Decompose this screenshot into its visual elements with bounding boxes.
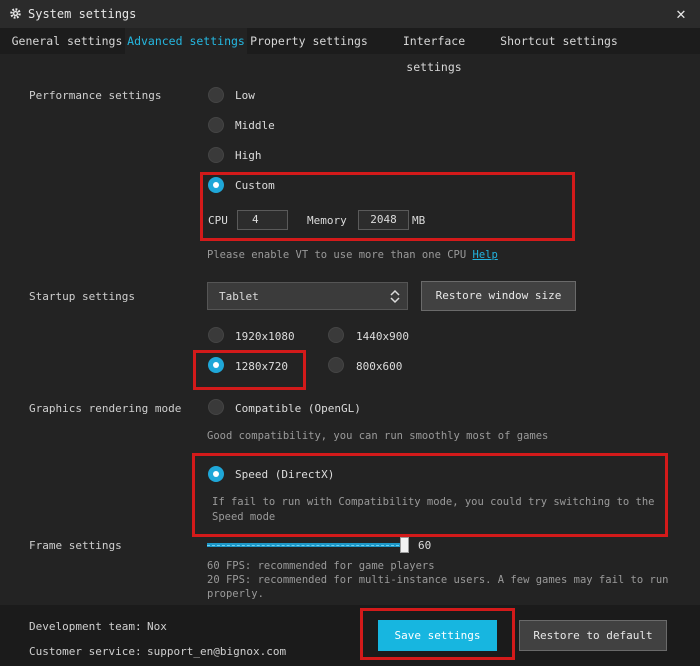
tab-advanced-settings[interactable]: Advanced settings xyxy=(125,28,247,54)
help-link[interactable]: Help xyxy=(473,249,498,261)
window-title: System settings xyxy=(28,7,137,21)
resolution-1280x720-radio[interactable] xyxy=(208,357,224,373)
tab-property-settings[interactable]: Property settings xyxy=(250,28,368,54)
performance-high-label: High xyxy=(235,149,262,162)
performance-middle-label: Middle xyxy=(235,119,275,132)
startup-settings-label: Startup settings xyxy=(29,290,135,303)
performance-middle-radio[interactable] xyxy=(208,117,224,133)
cpu-label: CPU xyxy=(208,214,228,227)
performance-high-radio[interactable] xyxy=(208,147,224,163)
restore-window-size-button[interactable]: Restore window size xyxy=(421,281,576,311)
compatible-hint: Good compatibility, you can run smoothly… xyxy=(207,430,549,442)
customer-service-label: Customer service: xyxy=(29,645,142,658)
performance-low-radio[interactable] xyxy=(208,87,224,103)
gear-icon xyxy=(10,8,21,19)
save-settings-button[interactable]: Save settings xyxy=(378,620,497,651)
chevron-updown-icon xyxy=(390,289,400,304)
resolution-1920x1080-label: 1920x1080 xyxy=(235,330,295,343)
resolution-1920x1080-radio[interactable] xyxy=(208,327,224,343)
performance-custom-radio[interactable] xyxy=(208,177,224,193)
resolution-1440x900-label: 1440x900 xyxy=(356,330,409,343)
vt-hint: Please enable VT to use more than one CP… xyxy=(207,249,498,261)
dev-team-label: Development team: xyxy=(29,620,142,633)
performance-low-label: Low xyxy=(235,89,255,102)
frame-settings-label: Frame settings xyxy=(29,539,122,552)
cpu-input[interactable]: 4 xyxy=(237,210,288,230)
frame-hint-20-line2: properly. xyxy=(207,588,264,600)
dev-team-value: Nox xyxy=(147,620,167,633)
frame-hints: 60 FPS: recommended for game players 20 … xyxy=(207,559,668,601)
frame-hint-20-line1: 20 FPS: recommended for multi-instance u… xyxy=(207,574,669,586)
memory-unit-label: MB xyxy=(412,214,426,227)
tab-interface-settings[interactable]: Interface settings xyxy=(372,28,496,74)
performance-settings-label: Performance settings xyxy=(29,89,162,102)
startup-mode-dropdown[interactable]: Tablet xyxy=(207,282,408,310)
customer-service-email[interactable]: support_en@bignox.com xyxy=(147,645,286,658)
graphics-compatible-label: Compatible (OpenGL) xyxy=(235,402,361,415)
tab-general-settings[interactable]: General settings xyxy=(10,28,124,54)
startup-mode-value: Tablet xyxy=(219,290,259,303)
speed-hint-line2: Speed mode xyxy=(212,511,276,523)
graphics-compatible-radio[interactable] xyxy=(208,399,224,415)
frame-slider-ticks xyxy=(207,545,404,547)
performance-custom-label: Custom xyxy=(235,179,275,192)
speed-hint-line1: If fail to run with Compatibility mode, … xyxy=(212,496,655,508)
frame-value: 60 xyxy=(418,539,432,552)
memory-label: Memory xyxy=(307,214,347,227)
graphics-speed-label: Speed (DirectX) xyxy=(235,468,335,481)
memory-input[interactable]: 2048 xyxy=(358,210,409,230)
speed-hint: If fail to run with Compatibility mode, … xyxy=(212,495,655,525)
frame-hint-60: 60 FPS: recommended for game players xyxy=(207,560,435,572)
restore-to-default-button[interactable]: Restore to default xyxy=(519,620,667,651)
resolution-1280x720-label: 1280x720 xyxy=(235,360,288,373)
vt-hint-text: Please enable VT to use more than one CP… xyxy=(207,249,467,261)
resolution-800x600-radio[interactable] xyxy=(328,357,344,373)
tab-bar: General settings Advanced settings Prope… xyxy=(0,28,700,74)
resolution-1440x900-radio[interactable] xyxy=(328,327,344,343)
tab-shortcut-settings[interactable]: Shortcut settings xyxy=(499,28,619,54)
graphics-speed-radio[interactable] xyxy=(208,466,224,482)
close-icon[interactable]: ✕ xyxy=(672,5,690,23)
graphics-rendering-label: Graphics rendering mode xyxy=(29,402,182,415)
resolution-800x600-label: 800x600 xyxy=(356,360,403,373)
frame-slider-handle[interactable] xyxy=(400,537,409,553)
